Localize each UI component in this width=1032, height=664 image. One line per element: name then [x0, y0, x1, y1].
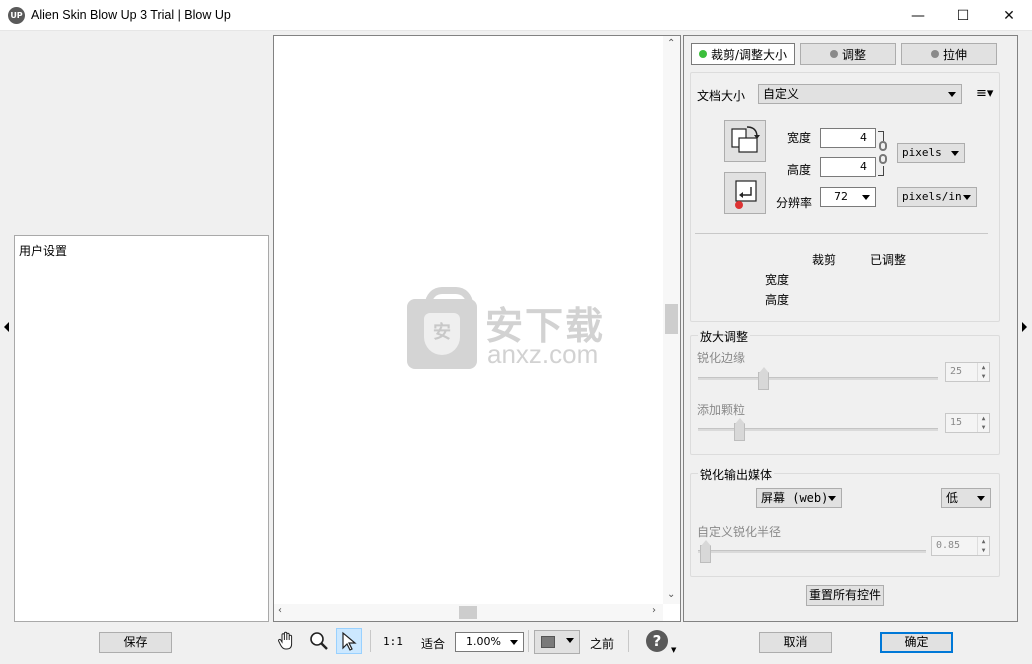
- vertical-scrollbar[interactable]: ⌃ ⌄: [663, 36, 680, 604]
- tab-label: 裁剪/调整大小: [710, 47, 788, 62]
- watermark: 安 安下载 anxz.com: [407, 287, 622, 371]
- add-grain-value: 15: [950, 417, 963, 428]
- sharpen-edges-spinner[interactable]: 25 ▲ ▼: [945, 362, 990, 382]
- chain-link-icon[interactable]: [879, 141, 887, 167]
- reset-all-button[interactable]: 重置所有控件: [806, 585, 884, 606]
- collapse-right-arrow-icon[interactable]: [1022, 322, 1027, 332]
- add-grain-label: 添加颗粒: [697, 403, 746, 417]
- crop-reset-button[interactable]: [724, 172, 766, 214]
- scroll-left-icon[interactable]: ‹: [278, 605, 282, 616]
- save-button[interactable]: 保存: [99, 632, 172, 653]
- output-media-select[interactable]: 屏幕 (web): [756, 488, 842, 508]
- background-color-select[interactable]: [534, 630, 580, 654]
- width-input[interactable]: 4: [820, 128, 876, 148]
- maximize-button[interactable]: ☐: [940, 0, 986, 31]
- custom-radius-label: 自定义锐化半径: [697, 525, 782, 539]
- toolbar-separator: [528, 630, 529, 652]
- dot-icon: [829, 50, 838, 58]
- watermark-shield: 安: [424, 313, 460, 355]
- tab-adjust[interactable]: 调整: [800, 43, 896, 65]
- user-settings-label: 用户设置: [19, 244, 68, 258]
- active-dot-icon: [698, 50, 707, 58]
- dot-icon: [930, 50, 939, 58]
- resolution-unit-select[interactable]: pixels/in: [897, 187, 977, 207]
- custom-radius-slider[interactable]: [700, 540, 711, 563]
- before-button[interactable]: 之前: [590, 635, 614, 652]
- scroll-down-icon[interactable]: ⌄: [667, 589, 675, 600]
- summary-width-label: 宽度: [765, 273, 790, 287]
- document-size-select[interactable]: 自定义: [758, 84, 962, 104]
- tab-crop-resize[interactable]: 裁剪/调整大小: [691, 43, 795, 65]
- color-swatch: [541, 636, 555, 648]
- tab-label: 拉伸: [942, 47, 967, 62]
- crop-column-header: 裁剪: [812, 253, 837, 267]
- sharpen-edges-value: 25: [950, 366, 963, 377]
- one-to-one-button[interactable]: 1:1: [383, 635, 403, 648]
- link-bracket-bottom: [878, 166, 884, 176]
- vertical-scroll-thumb[interactable]: [665, 304, 678, 334]
- size-unit-select[interactable]: pixels: [897, 143, 965, 163]
- app-logo-icon: UP: [8, 7, 25, 24]
- sharpen-edges-label: 锐化边缘: [697, 351, 746, 365]
- sharpen-strength-select[interactable]: 低: [941, 488, 991, 508]
- menu-icon[interactable]: ≡▾: [976, 86, 993, 101]
- cancel-button[interactable]: 取消: [759, 632, 832, 653]
- help-button[interactable]: ? ▼: [644, 628, 676, 654]
- spin-arrows-icon[interactable]: ▲ ▼: [977, 363, 989, 381]
- divider: [695, 233, 988, 234]
- custom-radius-spinner[interactable]: 0.85 ▲ ▼: [931, 536, 990, 556]
- horizontal-scroll-thumb[interactable]: [459, 606, 477, 619]
- sharpen-edges-slider[interactable]: [758, 367, 769, 390]
- help-dropdown-icon[interactable]: ▼: [671, 646, 676, 654]
- height-label: 高度: [787, 163, 812, 177]
- hand-tool-button[interactable]: [274, 628, 300, 654]
- link-bracket-top: [878, 131, 884, 141]
- add-grain-spinner[interactable]: 15 ▲ ▼: [945, 413, 990, 433]
- rotate-button[interactable]: [724, 120, 766, 162]
- scroll-right-icon[interactable]: ›: [652, 605, 656, 616]
- zoom-level-select[interactable]: 1.00%: [455, 632, 524, 652]
- tab-stretch[interactable]: 拉伸: [901, 43, 997, 65]
- tab-label: 调整: [841, 47, 866, 62]
- document-size-label: 文档大小: [697, 89, 746, 103]
- summary-height-label: 高度: [765, 293, 790, 307]
- custom-radius-track[interactable]: [698, 550, 926, 553]
- close-button[interactable]: ✕: [986, 0, 1032, 31]
- adjusted-column-header: 已调整: [870, 253, 907, 267]
- user-settings-panel[interactable]: 用户设置: [14, 235, 269, 622]
- minimize-button[interactable]: —: [895, 0, 941, 31]
- enlarge-group-title: 放大调整: [698, 328, 751, 345]
- rotate-icon: [731, 126, 760, 153]
- title-bar: UP Alien Skin Blow Up 3 Trial | Blow Up …: [0, 0, 1032, 31]
- toolbar-separator: [628, 630, 629, 652]
- crop-reset-icon: [735, 180, 757, 209]
- magnifier-icon: [310, 632, 328, 650]
- horizontal-scrollbar[interactable]: ‹ ›: [274, 604, 663, 621]
- fit-button[interactable]: 适合: [421, 635, 445, 652]
- spin-arrows-icon[interactable]: ▲ ▼: [977, 537, 989, 555]
- zoom-tool-button[interactable]: [306, 628, 332, 654]
- select-tool-button[interactable]: [336, 628, 362, 654]
- scroll-up-icon[interactable]: ⌃: [667, 38, 675, 49]
- watermark-bag-icon: 安: [407, 287, 477, 369]
- window-title: Alien Skin Blow Up 3 Trial | Blow Up: [31, 8, 231, 22]
- watermark-en-text: anxz.com: [487, 339, 599, 369]
- hand-icon: [278, 631, 293, 650]
- spin-arrows-icon[interactable]: ▲ ▼: [977, 414, 989, 432]
- toolbar-separator: [370, 630, 371, 652]
- width-label: 宽度: [787, 131, 812, 145]
- resolution-select[interactable]: 72: [820, 187, 876, 207]
- pointer-icon: [342, 631, 357, 651]
- ok-button[interactable]: 确定: [880, 632, 953, 653]
- custom-radius-value: 0.85: [936, 540, 961, 551]
- output-sharpen-title: 锐化输出媒体: [698, 466, 775, 483]
- height-input[interactable]: 4: [820, 157, 876, 177]
- add-grain-slider[interactable]: [734, 418, 745, 441]
- sharpen-edges-track[interactable]: [698, 377, 938, 380]
- help-icon: ?: [646, 630, 668, 652]
- resolution-label: 分辨率: [776, 196, 813, 210]
- collapse-left-arrow-icon[interactable]: [4, 322, 9, 332]
